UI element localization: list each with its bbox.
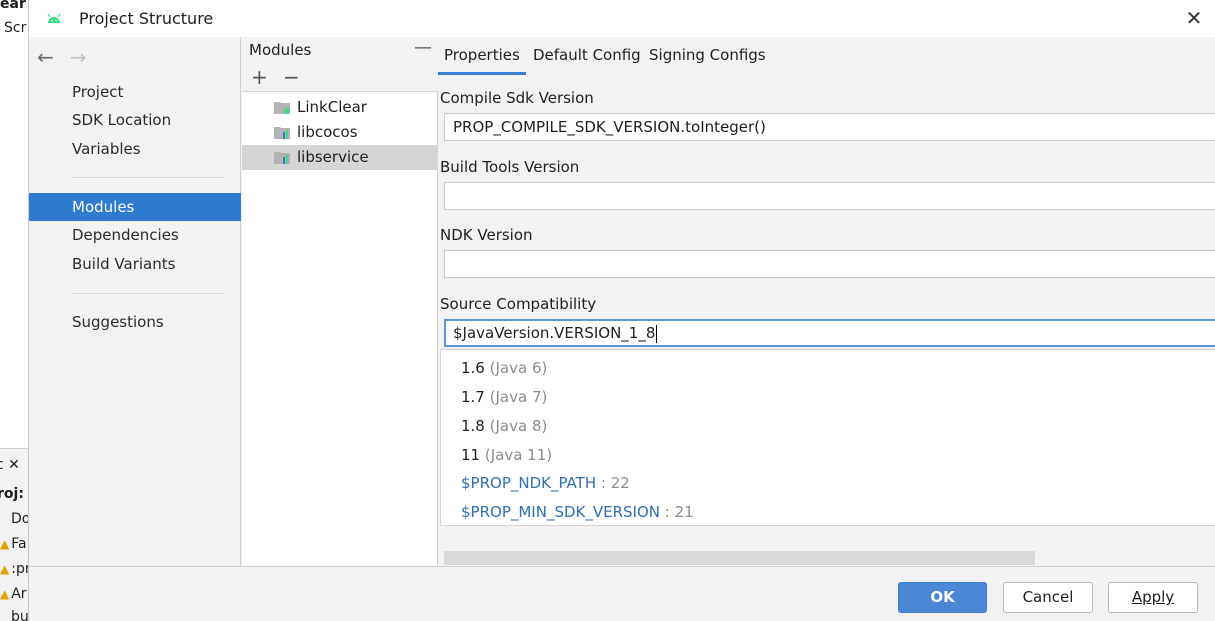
library-module-icon (274, 152, 290, 164)
option-1-6[interactable]: 1.6 (Java 6) (461, 358, 547, 378)
modules-header: Modules — (242, 37, 438, 63)
left-nav: ← → Project SDK Location Variables Modul… (29, 37, 241, 566)
horizontal-scrollbar[interactable] (444, 551, 1035, 565)
cancel-button[interactable]: Cancel (1003, 582, 1093, 613)
nav-item-dependencies[interactable]: Dependencies (29, 221, 241, 249)
completion-popup: 1.6 (Java 6) 1.7 (Java 7) 1.8 (Java 8) 1… (440, 349, 1215, 526)
bg-text-1: ear (0, 0, 26, 12)
module-item-linkclear[interactable]: LinkClear (242, 95, 438, 120)
tab-default-config[interactable]: Default Config (527, 37, 647, 75)
nav-item-sdk-location[interactable]: SDK Location (29, 106, 241, 134)
remove-module-icon[interactable]: − (283, 65, 300, 89)
nav-arrows: ← → (37, 45, 98, 69)
warning-icon: ▲ (0, 537, 10, 551)
module-name: libcocos (297, 123, 358, 141)
source-compat-value: $JavaVersion.VERSION_1_8 (453, 324, 656, 342)
warning-icon: ▲ (0, 562, 10, 576)
add-module-icon[interactable]: + (251, 65, 268, 89)
apply-button[interactable]: Apply (1108, 582, 1198, 613)
background-ide-strip: ear Scr c ✕ roj: Do ▲Fa ▲:pr ▲Ar bu (0, 0, 28, 621)
nav-divider (72, 177, 224, 178)
nav-item-modules[interactable]: Modules (29, 193, 241, 221)
module-name: libservice (297, 148, 369, 166)
tab-properties[interactable]: Properties (438, 37, 526, 75)
compile-sdk-field[interactable]: PROP_COMPILE_SDK_VERSION.toInteger() (444, 113, 1215, 141)
build-tools-label: Build Tools Version (440, 158, 580, 176)
option-1-7[interactable]: 1.7 (Java 7) (461, 387, 547, 407)
nav-divider (72, 293, 224, 294)
module-item-libservice[interactable]: libservice (242, 145, 438, 170)
compile-sdk-label: Compile Sdk Version (440, 89, 594, 107)
build-tools-field[interactable] (444, 182, 1215, 210)
dialog-title: Project Structure (79, 9, 214, 28)
modules-header-label: Modules (249, 41, 312, 59)
ok-button[interactable]: OK (898, 582, 987, 613)
option-prop-ndk-path[interactable]: $PROP_NDK_PATH : 22 (461, 473, 630, 493)
bg-text-4: roj: (0, 486, 24, 502)
project-structure-dialog: Project Structure ✕ ← → Project SDK Loca… (28, 0, 1215, 621)
tab-signing-configs[interactable]: Signing Configs (643, 37, 772, 75)
ndk-version-label: NDK Version (440, 226, 533, 244)
nav-item-project[interactable]: Project (29, 78, 241, 106)
source-compat-label: Source Compatibility (440, 295, 597, 313)
bg-tool-panel: c ✕ roj: Do ▲Fa ▲:pr ▲Ar bu (0, 448, 28, 621)
bg-text-3: c ✕ (0, 457, 20, 473)
module-item-libcocos[interactable]: libcocos (242, 120, 438, 145)
nav-item-variables[interactable]: Variables (29, 135, 241, 163)
collapse-icon[interactable]: — (414, 37, 432, 58)
bg-text-6: ▲ Fa (0, 536, 27, 552)
source-compat-field[interactable]: $JavaVersion.VERSION_1_8 (444, 319, 1215, 347)
tab-bar: Properties Default Config Signing Config… (438, 37, 1215, 75)
option-prop-min-sdk-version[interactable]: $PROP_MIN_SDK_VERSION : 21 (461, 502, 694, 522)
warning-icon: ▲ (0, 587, 10, 601)
forward-arrow-icon[interactable]: → (70, 45, 98, 69)
option-1-8[interactable]: 1.8 (Java 8) (461, 416, 547, 436)
android-icon (47, 13, 61, 23)
ndk-version-field[interactable] (444, 250, 1215, 278)
library-module-icon (274, 127, 290, 139)
bg-text-5: Do (11, 511, 28, 527)
nav-item-build-variants[interactable]: Build Variants (29, 250, 241, 278)
close-icon[interactable]: ✕ (1182, 6, 1206, 30)
bg-text-2: Scr (4, 20, 27, 36)
nav-item-suggestions[interactable]: Suggestions (29, 308, 241, 336)
text-caret (656, 324, 658, 343)
module-name: LinkClear (297, 98, 367, 116)
bg-text-8: ▲ Ar (0, 586, 27, 602)
dialog-footer: OK Cancel Apply (29, 566, 1215, 621)
back-arrow-icon[interactable]: ← (37, 45, 65, 69)
option-11[interactable]: 11 (Java 11) (461, 445, 552, 465)
modules-panel: Modules — + − LinkClear libcocos libserv… (242, 37, 438, 566)
modules-toolbar: + − (242, 63, 438, 92)
apply-label: Apply (1131, 588, 1175, 606)
bg-text-9: bu (11, 609, 28, 621)
app-module-icon (274, 102, 290, 114)
properties-panel: Properties Default Config Signing Config… (438, 37, 1215, 566)
bg-text-7: ▲:pr (0, 561, 28, 577)
title-bar: Project Structure ✕ (29, 0, 1215, 37)
